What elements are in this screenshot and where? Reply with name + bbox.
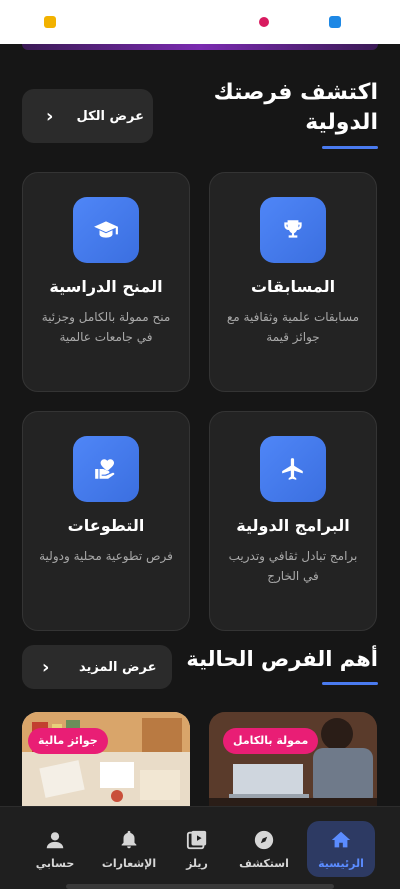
tab-account[interactable]: حسابي: [21, 821, 89, 877]
top-opportunities-title: أهم الفرص الحالية: [186, 647, 378, 671]
scholarships-card[interactable]: المنح الدراسية منح ممولة بالكامل وجزئية …: [22, 172, 190, 392]
volunteering-card[interactable]: التطوعات فرص تطوعية محلية ودولية: [22, 411, 190, 631]
tab-label: الإشعارات: [101, 857, 157, 870]
card-description: منح ممولة بالكامل وجزئية في جامعات عالمي…: [41, 310, 171, 344]
international-programs-card[interactable]: البرامج الدولية برامج تبادل ثقافي وتدريب…: [209, 411, 377, 631]
tab-reels[interactable]: ريلز: [163, 821, 231, 877]
graduation-cap-icon: [73, 197, 139, 263]
bell-icon: [121, 830, 137, 849]
card-title: المسابقات: [250, 277, 336, 296]
user-icon: [46, 832, 64, 849]
tab-notifications[interactable]: الإشعارات: [95, 821, 163, 877]
view-all-label: عرض الكل: [76, 108, 144, 124]
opportunity-card[interactable]: ممولة بالكامل: [209, 712, 377, 806]
home-indicator: [66, 884, 334, 889]
trophy-icon: [260, 197, 326, 263]
card-description: مسابقات علمية وثقافية مع جوائز قيمة: [226, 310, 360, 344]
tab-explore[interactable]: استكشف: [230, 821, 298, 877]
compass-icon: [254, 830, 274, 850]
tab-label: ريلز: [186, 857, 208, 870]
tab-label: حسابي: [35, 857, 75, 870]
reels-icon: [186, 830, 207, 850]
main-content: اكتشف فرصتك الدولية › عرض الكل المنح الد…: [0, 50, 400, 806]
badge-fully-funded: ممولة بالكامل: [223, 728, 319, 754]
chevron-left-icon: ›: [42, 656, 50, 678]
opportunity-image: [209, 712, 377, 806]
card-title: التطوعات: [67, 516, 145, 535]
view-all-button[interactable]: › عرض الكل: [22, 89, 153, 143]
card-description: برامج تبادل ثقافي وتدريب في الخارج: [228, 549, 358, 583]
heart-hand-icon: [73, 436, 139, 502]
home-icon: [331, 831, 351, 848]
chevron-left-icon: ›: [46, 105, 54, 127]
bottom-tab-bar: الرئيسية استكشف ريلز الإشعارات حسابي: [0, 806, 400, 889]
discover-section-title: اكتشف فرصتك الدولية: [213, 80, 378, 135]
competitions-card[interactable]: المسابقات مسابقات علمية وثقافية مع جوائز…: [209, 172, 377, 392]
notification-app-icon: [44, 16, 56, 28]
section-underline: [322, 682, 378, 685]
badge-financial-prizes: جوائز مالية: [28, 728, 108, 754]
tab-home[interactable]: الرئيسية: [307, 821, 375, 877]
section-underline: [322, 146, 378, 149]
view-more-label: عرض المزيد: [78, 659, 157, 675]
card-description: فرص تطوعية محلية ودولية: [39, 549, 173, 563]
tab-label: الرئيسية: [318, 857, 364, 870]
status-bar: [0, 0, 400, 44]
card-title: المنح الدراسية: [49, 277, 163, 296]
airplane-icon: [260, 436, 326, 502]
notification-app-icon: [329, 16, 341, 28]
opportunity-image: [22, 712, 190, 806]
notification-app-icon: [259, 17, 269, 27]
opportunity-card[interactable]: جوائز مالية: [22, 712, 190, 806]
tab-label: استكشف: [239, 857, 289, 870]
card-title: البرامج الدولية: [236, 516, 350, 535]
view-more-button[interactable]: › عرض المزيد: [22, 645, 172, 689]
